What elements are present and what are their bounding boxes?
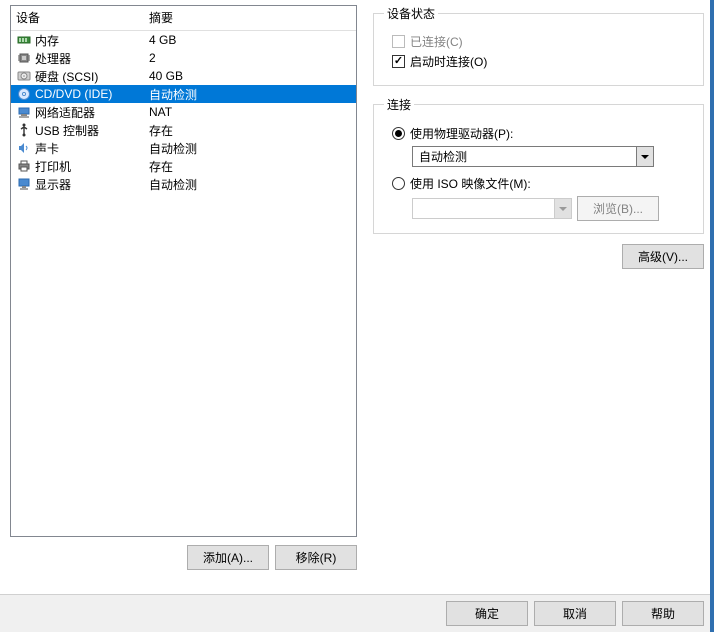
device-name: 硬盘 (SCSI)	[35, 68, 149, 85]
physical-drive-row[interactable]: 使用物理驱动器(P):	[392, 125, 693, 142]
physical-drive-value[interactable]: 自动检测	[412, 146, 637, 167]
connected-label: 已连接(C)	[410, 33, 463, 50]
device-row[interactable]: 处理器2	[11, 49, 356, 67]
device-summary: 自动检测	[149, 86, 197, 103]
device-row[interactable]: 网络适配器NAT	[11, 103, 356, 121]
device-row[interactable]: CD/DVD (IDE)自动检测	[11, 85, 356, 103]
iso-image-label: 使用 ISO 映像文件(M):	[410, 175, 531, 192]
right-edge	[710, 0, 714, 632]
connection-group: 连接 使用物理驱动器(P): 自动检测 使用 ISO 映像文件(M): 浏览(B…	[373, 96, 704, 234]
add-button[interactable]: 添加(A)...	[187, 545, 269, 570]
device-status-legend: 设备状态	[384, 5, 438, 22]
header-summary: 摘要	[149, 9, 173, 26]
header-device: 设备	[16, 9, 149, 26]
device-summary: 自动检测	[149, 140, 197, 157]
sound-icon	[16, 140, 32, 156]
usb-icon	[16, 122, 32, 138]
physical-drive-label: 使用物理驱动器(P):	[410, 125, 513, 142]
device-name: 显示器	[35, 176, 149, 193]
display-icon	[16, 176, 32, 192]
device-summary: 2	[149, 51, 156, 65]
physical-drive-radio[interactable]	[392, 127, 405, 140]
connected-checkbox	[392, 35, 405, 48]
advanced-button[interactable]: 高级(V)...	[622, 244, 704, 269]
chevron-down-icon[interactable]	[637, 146, 654, 167]
device-summary: 存在	[149, 158, 173, 175]
device-row[interactable]: 打印机存在	[11, 157, 356, 175]
device-summary: 4 GB	[149, 33, 176, 47]
cpu-icon	[16, 50, 32, 66]
connected-checkbox-row: 已连接(C)	[392, 33, 693, 50]
device-status-group: 设备状态 已连接(C) 启动时连接(O)	[373, 5, 704, 86]
device-list[interactable]: 设备 摘要 内存4 GB处理器2硬盘 (SCSI)40 GBCD/DVD (ID…	[10, 5, 357, 537]
browse-button: 浏览(B)...	[577, 196, 659, 221]
device-row[interactable]: 硬盘 (SCSI)40 GB	[11, 67, 356, 85]
help-button[interactable]: 帮助	[622, 601, 704, 626]
device-name: 打印机	[35, 158, 149, 175]
network-icon	[16, 104, 32, 120]
connect-poweron-checkbox[interactable]	[392, 55, 405, 68]
device-name: 处理器	[35, 50, 149, 67]
device-name: 网络适配器	[35, 104, 149, 121]
device-list-header: 设备 摘要	[11, 6, 356, 31]
printer-icon	[16, 158, 32, 174]
device-summary: 存在	[149, 122, 173, 139]
device-summary: NAT	[149, 105, 172, 119]
device-row[interactable]: 声卡自动检测	[11, 139, 356, 157]
iso-image-radio[interactable]	[392, 177, 405, 190]
device-name: USB 控制器	[35, 122, 149, 139]
disk-icon	[16, 68, 32, 84]
device-row[interactable]: USB 控制器存在	[11, 121, 356, 139]
ok-button[interactable]: 确定	[446, 601, 528, 626]
cd-icon	[16, 86, 32, 102]
device-row[interactable]: 显示器自动检测	[11, 175, 356, 193]
physical-drive-combo[interactable]: 自动检测	[412, 146, 654, 167]
device-name: 声卡	[35, 140, 149, 157]
memory-icon	[16, 32, 32, 48]
iso-path-value	[412, 198, 555, 219]
bottom-bar: 确定 取消 帮助	[0, 594, 714, 632]
device-name: CD/DVD (IDE)	[35, 87, 149, 101]
cancel-button[interactable]: 取消	[534, 601, 616, 626]
connection-legend: 连接	[384, 96, 414, 113]
device-name: 内存	[35, 32, 149, 49]
iso-image-row[interactable]: 使用 ISO 映像文件(M):	[392, 175, 693, 192]
device-summary: 40 GB	[149, 69, 183, 83]
device-row[interactable]: 内存4 GB	[11, 31, 356, 49]
remove-button[interactable]: 移除(R)	[275, 545, 357, 570]
connect-poweron-row[interactable]: 启动时连接(O)	[392, 53, 693, 70]
connect-poweron-label: 启动时连接(O)	[410, 53, 487, 70]
device-summary: 自动检测	[149, 176, 197, 193]
iso-path-combo	[412, 198, 572, 219]
chevron-down-icon	[555, 198, 572, 219]
